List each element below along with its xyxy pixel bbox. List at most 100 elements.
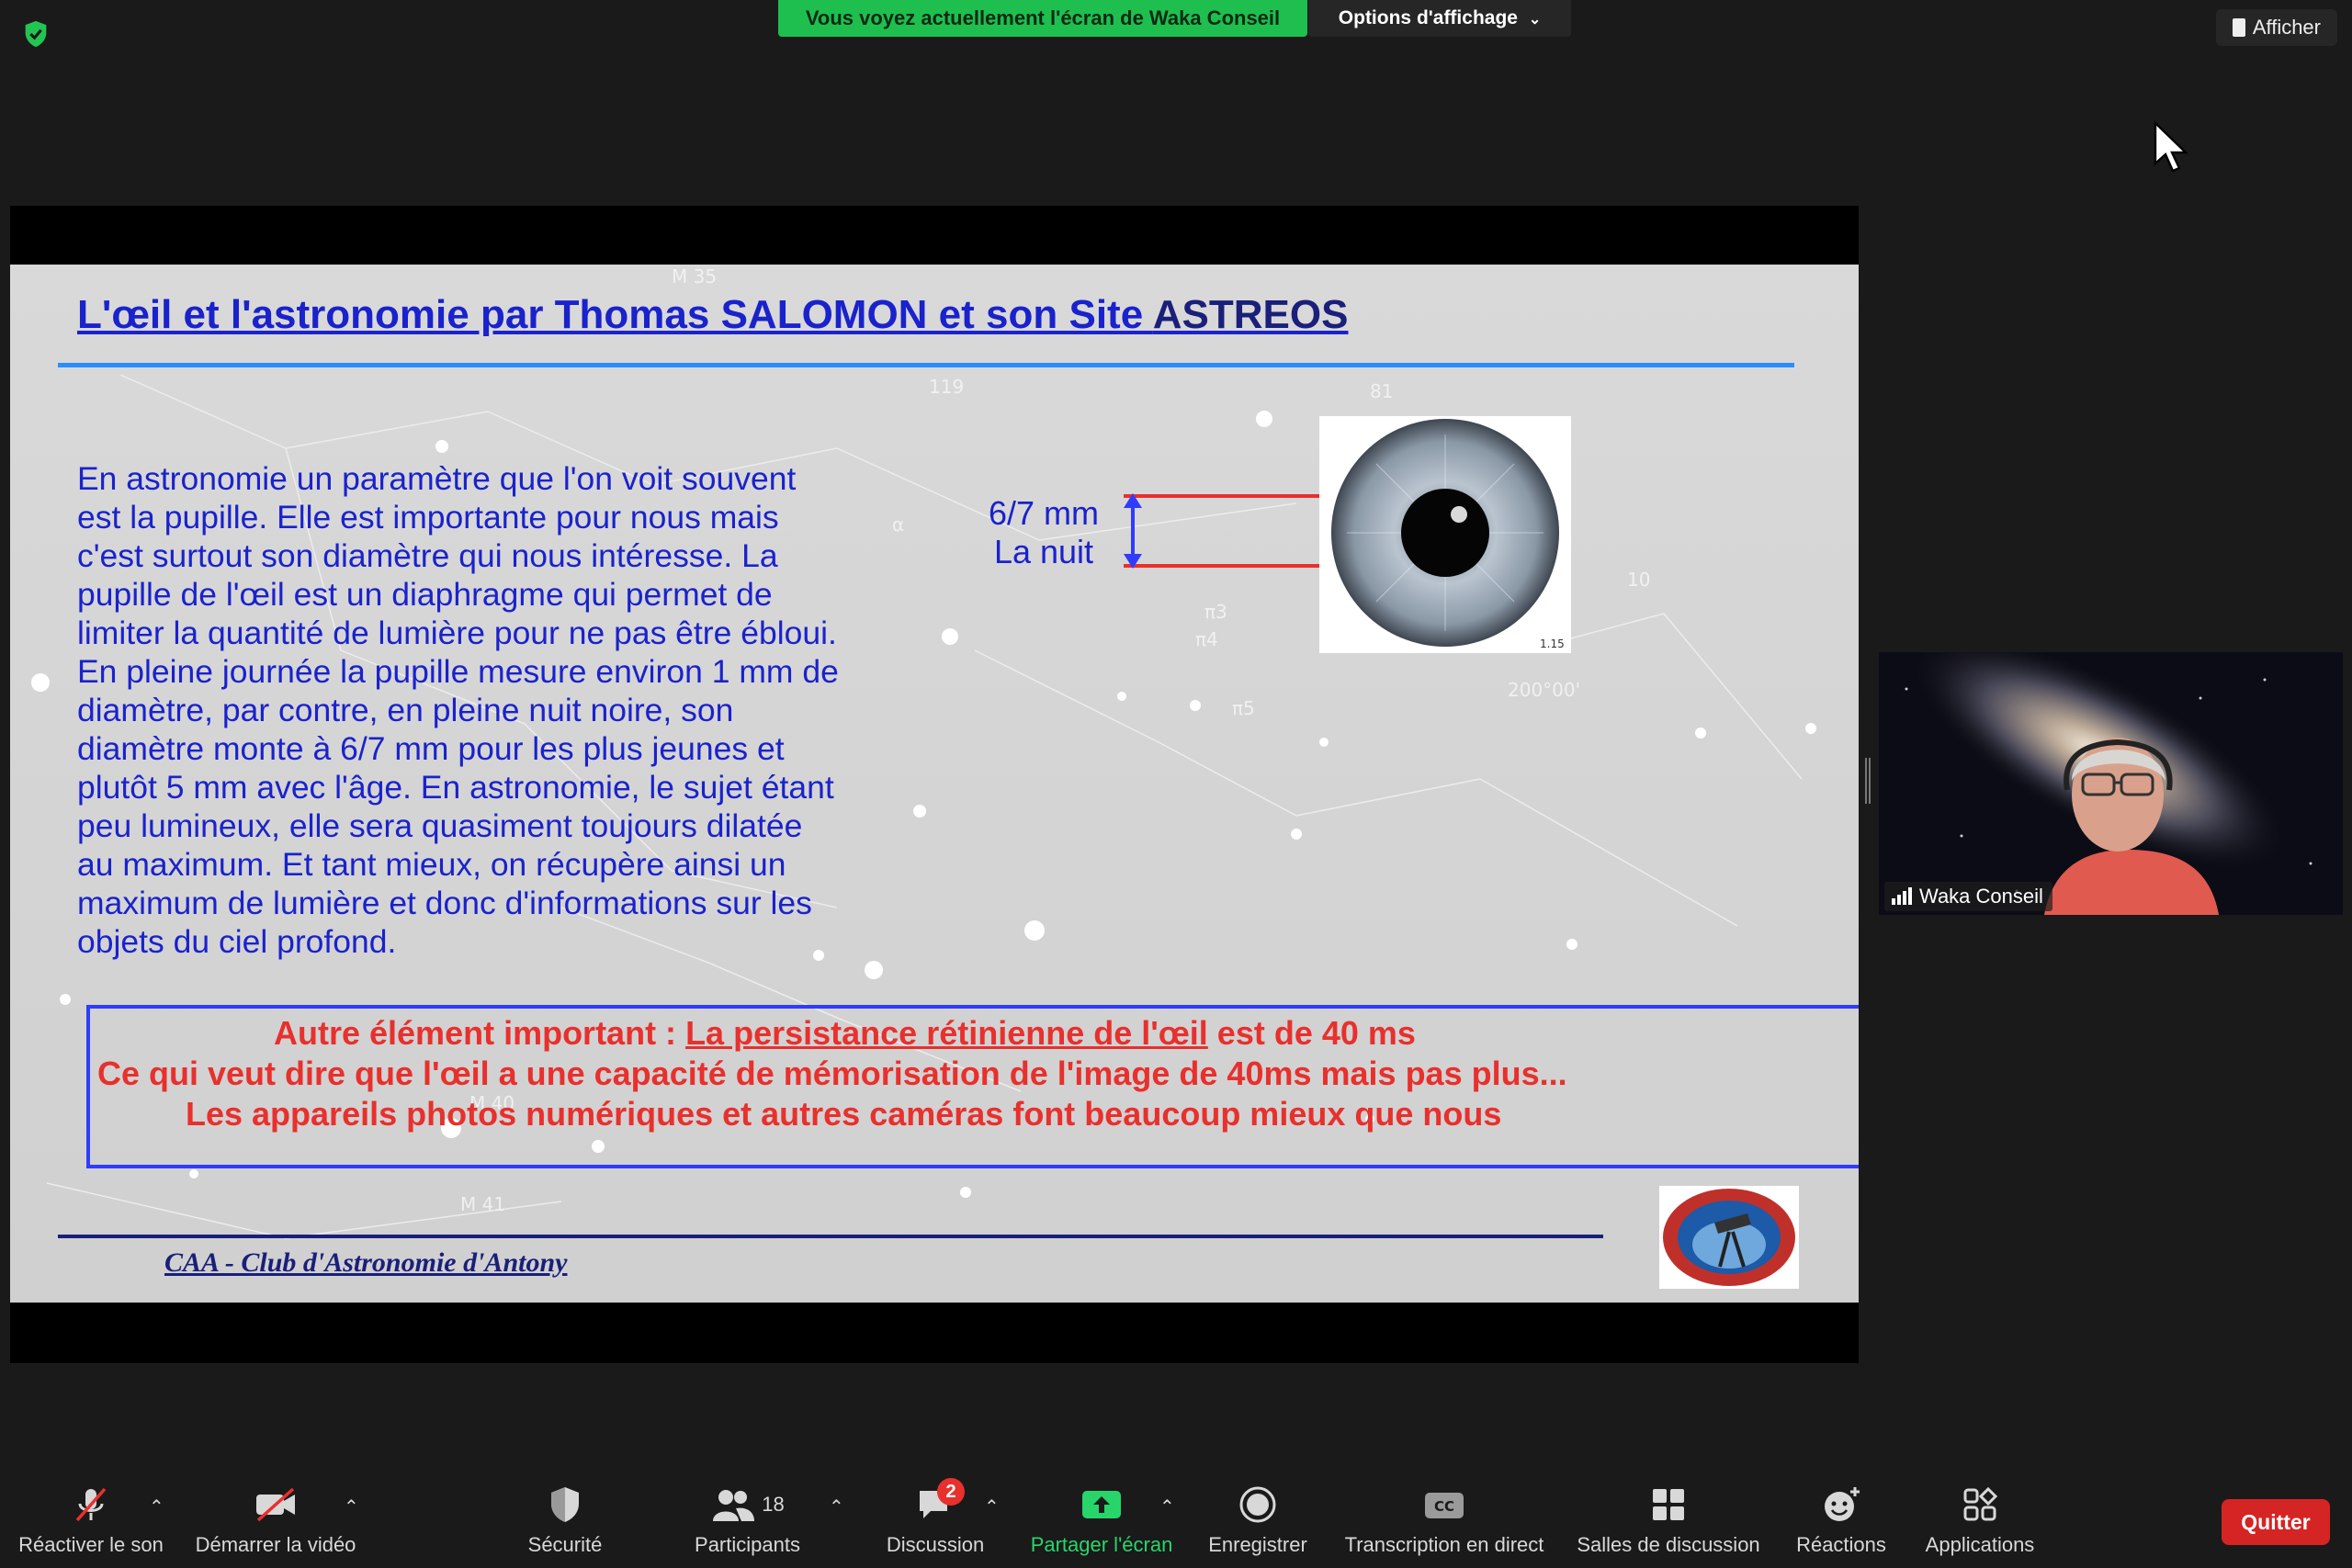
breakout-rooms-button[interactable]: Salles de discussion bbox=[1577, 1483, 1760, 1557]
view-button[interactable]: Afficher bbox=[2215, 9, 2337, 46]
note-line-1-suffix: est de 40 ms bbox=[1207, 1014, 1416, 1052]
svg-text:81: 81 bbox=[1370, 380, 1393, 402]
pupil-size-condition: La nuit bbox=[993, 533, 1094, 570]
note-line-1-link: La persistance rétinienne de l'œil bbox=[685, 1014, 1208, 1052]
svg-text:π5: π5 bbox=[1232, 697, 1255, 719]
chat-options-caret-icon[interactable]: ⌃ bbox=[984, 1495, 1000, 1518]
participants-options-caret-icon[interactable]: ⌃ bbox=[829, 1495, 844, 1518]
security-button[interactable]: Sécurité bbox=[514, 1483, 616, 1557]
note-line-3: Les appareils photos numériques et autre… bbox=[186, 1095, 1502, 1133]
body-line: diamètre monte à 6/7 mm pour les plus je… bbox=[77, 730, 785, 767]
applications-button[interactable]: Applications bbox=[1920, 1483, 2040, 1557]
chat-button[interactable]: 2 Discussion bbox=[884, 1478, 987, 1557]
galaxy-virtual-background bbox=[1879, 652, 2343, 915]
video-camera-off-icon bbox=[256, 1487, 295, 1522]
svg-text:200°00': 200°00' bbox=[1508, 679, 1580, 701]
unmute-button[interactable]: Réactiver le son bbox=[13, 1483, 169, 1557]
svg-text:119: 119 bbox=[929, 376, 964, 398]
applications-label: Applications bbox=[1925, 1533, 2035, 1556]
breakout-rooms-label: Salles de discussion bbox=[1577, 1533, 1760, 1556]
body-line: limiter la quantité de lumière pour ne p… bbox=[77, 615, 837, 651]
view-options-dropdown[interactable]: Options d'affichage ⌄ bbox=[1308, 0, 1571, 37]
leave-meeting-button[interactable]: Quitter bbox=[2222, 1499, 2330, 1545]
microphone-muted-icon bbox=[75, 1487, 107, 1522]
applications-icon bbox=[1963, 1486, 1998, 1521]
slide-body-text: En astronomie un paramètre que l'on voit… bbox=[77, 459, 904, 961]
persistence-note-box: Autre élément important : La persistance… bbox=[86, 1005, 1859, 1168]
participant-name: Waka Conseil bbox=[1919, 885, 2043, 908]
svg-text:M 41: M 41 bbox=[460, 1193, 505, 1215]
presentation-slide: M 35 119 81 π3 π4 π5 M 40 200°00' M 41 α 10 L'œ… bbox=[10, 265, 1859, 1303]
participants-button[interactable]: 18 Participants bbox=[685, 1483, 809, 1557]
eye-photo: 1.15 bbox=[1319, 416, 1571, 653]
svg-text:CC: CC bbox=[1434, 1498, 1454, 1515]
participant-video-tile[interactable]: Waka Conseil bbox=[1879, 652, 2343, 915]
body-line: est la pupille. Elle est importante pour… bbox=[77, 499, 779, 536]
body-line: maximum de lumière et donc d'information… bbox=[77, 885, 812, 921]
body-line: objets du ciel profond. bbox=[77, 923, 397, 960]
club-logo-emblem bbox=[1663, 1189, 1795, 1286]
share-screen-label: Partager l'écran bbox=[1030, 1533, 1173, 1556]
chat-unread-badge: 2 bbox=[937, 1478, 965, 1506]
eye-iris-illustration: 1.15 bbox=[1331, 419, 1565, 650]
screen-share-banner: Vous voyez actuellement l'écran de Waka … bbox=[778, 0, 1307, 37]
panel-resize-handle[interactable] bbox=[1864, 758, 1871, 804]
club-logo bbox=[1659, 1186, 1799, 1289]
live-transcript-button[interactable]: CC Transcription en direct bbox=[1340, 1483, 1549, 1557]
chat-label: Discussion bbox=[886, 1533, 985, 1556]
reactions-button[interactable]: Réactions bbox=[1790, 1483, 1893, 1557]
security-shield-icon bbox=[551, 1487, 579, 1522]
participant-name-tag: Waka Conseil bbox=[1884, 882, 2052, 911]
slide-title-text: L'œil et l'astronomie par Thomas SALOMON… bbox=[77, 292, 1153, 337]
chevron-down-icon: ⌄ bbox=[1528, 12, 1542, 28]
note-line-1: Autre élément important : La persistance… bbox=[274, 1014, 1859, 1053]
audio-options-caret-icon[interactable]: ⌃ bbox=[149, 1495, 164, 1518]
title-underline-rule bbox=[58, 363, 1794, 367]
unmute-label: Réactiver le son bbox=[18, 1533, 164, 1556]
security-label: Sécurité bbox=[527, 1533, 603, 1556]
video-options-caret-icon[interactable]: ⌃ bbox=[344, 1495, 359, 1518]
record-icon bbox=[1239, 1486, 1276, 1523]
shield-check-icon[interactable] bbox=[20, 18, 51, 50]
body-line: En pleine journée la pupille mesure envi… bbox=[77, 653, 839, 690]
breakout-rooms-grid-icon bbox=[1653, 1489, 1684, 1520]
slide-title-brand: ASTREOS bbox=[1152, 292, 1349, 337]
reactions-label: Réactions bbox=[1796, 1533, 1886, 1556]
note-line-1-prefix: Autre élément important : bbox=[274, 1014, 686, 1052]
eye-photo-caption: 1.15 bbox=[1540, 637, 1565, 650]
view-options-label: Options d'affichage bbox=[1338, 7, 1518, 28]
svg-text:π3: π3 bbox=[1204, 601, 1227, 623]
mouse-pointer-icon bbox=[2154, 121, 2188, 173]
participants-count: 18 bbox=[762, 1493, 785, 1516]
svg-text:π4: π4 bbox=[1195, 628, 1218, 650]
start-video-button[interactable]: Démarrer la vidéo bbox=[184, 1483, 368, 1557]
pupil-size-value: 6/7 mm bbox=[988, 494, 1100, 532]
record-button[interactable]: Enregistrer bbox=[1204, 1483, 1312, 1557]
meeting-toolbar: Réactiver le son ⌃ Démarrer la vidéo ⌃ S… bbox=[0, 1470, 2352, 1568]
pupil-size-label: 6/7 mm La nuit bbox=[966, 494, 1122, 571]
live-transcript-label: Transcription en direct bbox=[1344, 1533, 1544, 1556]
share-screen-arrow-icon bbox=[1082, 1491, 1121, 1518]
view-button-label: Afficher bbox=[2252, 16, 2321, 39]
start-video-label: Démarrer la vidéo bbox=[195, 1533, 356, 1556]
closed-captions-icon: CC bbox=[1425, 1493, 1464, 1518]
body-line: diamètre, par contre, en pleine nuit noi… bbox=[77, 692, 734, 728]
body-line: En astronomie un paramètre que l'on voit… bbox=[77, 460, 797, 497]
reactions-smiley-icon bbox=[1825, 1487, 1860, 1521]
signal-strength-icon bbox=[1892, 887, 1912, 905]
svg-text:10: 10 bbox=[1627, 569, 1650, 591]
participants-icon bbox=[713, 1490, 755, 1521]
slide-footer: CAA - Club d'Astronomie d'Antony bbox=[164, 1247, 568, 1278]
body-line: pupille de l'œil est un diaphragme qui p… bbox=[77, 576, 773, 613]
body-line: c'est surtout son diamètre qui nous inté… bbox=[77, 537, 778, 574]
participants-label: Participants bbox=[695, 1533, 800, 1556]
note-line-2: Ce qui veut dire que l'œil a une capacit… bbox=[97, 1055, 1567, 1092]
svg-text:M 35: M 35 bbox=[672, 265, 717, 288]
slide-title: L'œil et l'astronomie par Thomas SALOMON… bbox=[77, 292, 1348, 338]
body-line: plutôt 5 mm avec l'âge. En astronomie, l… bbox=[77, 769, 834, 806]
share-screen-button[interactable]: Partager l'écran bbox=[1025, 1483, 1178, 1557]
view-icon bbox=[2232, 18, 2245, 37]
body-line: au maximum. Et tant mieux, on récupère a… bbox=[77, 846, 786, 883]
body-line: peu lumineux, elle sera quasiment toujou… bbox=[77, 807, 803, 844]
share-options-caret-icon[interactable]: ⌃ bbox=[1159, 1495, 1175, 1518]
